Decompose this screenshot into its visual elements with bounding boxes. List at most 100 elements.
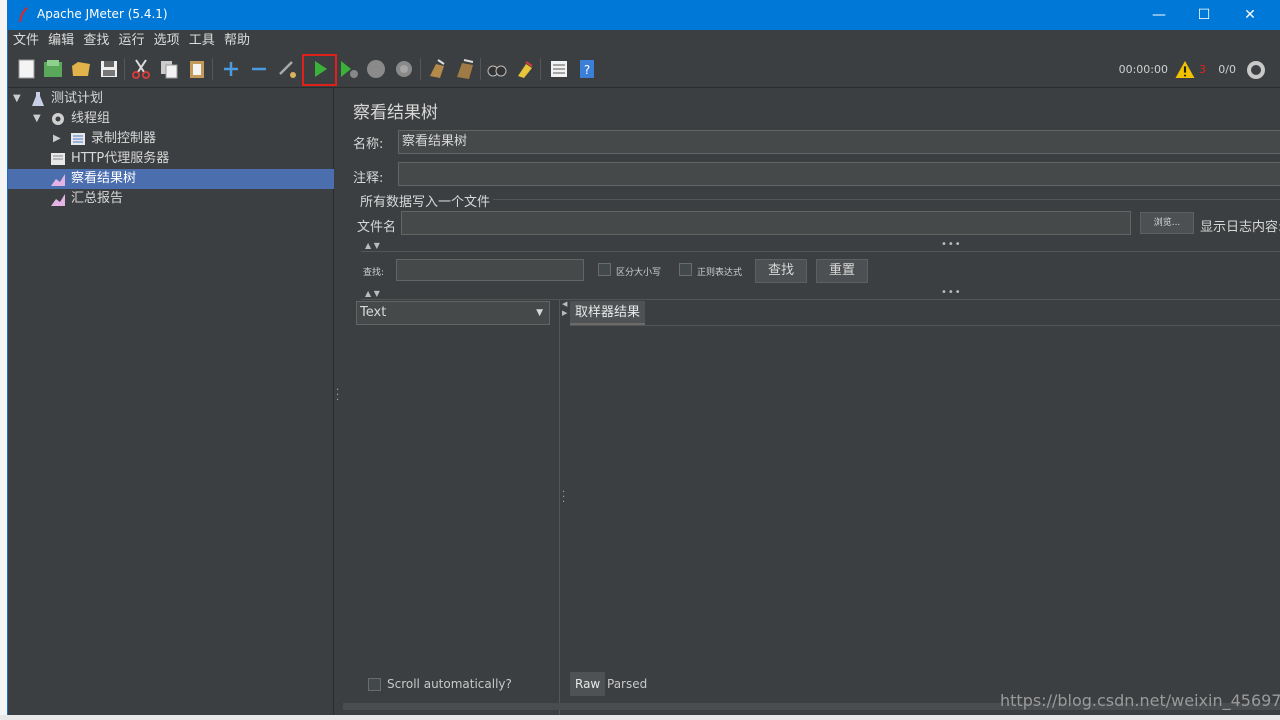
cut-icon[interactable] (130, 58, 152, 80)
comment-field[interactable] (398, 162, 1280, 186)
panel-title: 察看结果树 (353, 103, 438, 123)
tree-label: HTTP代理服务器 (71, 151, 170, 166)
open-icon[interactable] (70, 58, 92, 80)
chevron-down-icon[interactable]: ▼ (13, 89, 23, 109)
tab-raw[interactable]: Raw (570, 672, 606, 696)
new-icon[interactable] (16, 58, 38, 80)
results-list[interactable] (356, 328, 550, 668)
chart-icon (51, 174, 65, 186)
clear-all-icon[interactable] (454, 58, 476, 80)
case-sensitive-label: 区分大小写 (616, 268, 662, 278)
templates-icon[interactable] (42, 58, 64, 80)
write-all-to-file-group: 所有数据写入一个文件 (360, 195, 491, 210)
renderer-value: Text (360, 305, 387, 320)
jmeter-window: Apache JMeter (5.4.1) — ☐ ✕ 文件 编辑 查找 运行 … (7, 0, 1280, 715)
main-splitter[interactable]: · · · (335, 88, 343, 715)
maximize-button[interactable]: ☐ (1181, 0, 1227, 30)
chevron-right-icon[interactable]: ▶ (53, 129, 63, 149)
test-plan-icon (32, 92, 44, 106)
name-field[interactable]: 察看结果树 (398, 130, 1280, 154)
collapse-icon[interactable] (248, 58, 270, 80)
menu-bar: 文件 编辑 查找 运行 选项 工具 帮助 (8, 30, 1280, 52)
tree-node-summary-report[interactable]: 汇总报告 (8, 189, 334, 209)
menu-options[interactable]: 选项 (154, 30, 180, 52)
tree-label: 汇总报告 (71, 191, 124, 206)
regex-checkbox[interactable] (679, 263, 692, 276)
reset-button[interactable]: 重置 (816, 259, 868, 283)
scroll-auto-label: Scroll automatically? (387, 677, 512, 691)
start-no-pauses-icon[interactable] (338, 58, 360, 80)
renderer-select[interactable]: Text ▼ (356, 301, 550, 325)
copy-icon[interactable] (158, 58, 180, 80)
tree-label: 录制控制器 (91, 131, 157, 146)
window-title: Apache JMeter (5.4.1) (37, 7, 168, 21)
tree-node-test-plan[interactable]: ▼ 测试计划 (8, 89, 334, 109)
jmeter-feather-icon (19, 7, 28, 22)
test-plan-tree: ▼ 测试计划 ▼ 线程组 ▶ 录制控制器 HTTP代理服务器 察看结果树 汇总报… (8, 88, 334, 715)
warning-count: 3 (1199, 63, 1206, 76)
splitter-arrows-icon: ◀ ▶ (562, 300, 568, 317)
expand-icon[interactable] (220, 58, 242, 80)
reset-search-icon[interactable] (514, 58, 536, 80)
view-results-tree-panel: 察看结果树 名称: 察看结果树 注释: 所有数据写入一个文件 文件名 浏览...… (343, 88, 1280, 715)
chart-icon (51, 194, 65, 206)
tab-parsed[interactable]: Parsed (605, 672, 649, 696)
elapsed-time: 00:00:00 (1118, 63, 1168, 76)
splitter-grip-icon: · · · (562, 487, 566, 508)
stop-icon[interactable] (365, 58, 387, 80)
save-icon[interactable] (98, 58, 120, 80)
tree-label: 察看结果树 (71, 171, 137, 186)
toolbar: ? 00:00:00 3 0/0 (8, 52, 1280, 88)
tree-node-recording-controller[interactable]: ▶ 录制控制器 (8, 129, 334, 149)
menu-run[interactable]: 运行 (118, 30, 144, 52)
search-field[interactable] (396, 259, 584, 281)
proxy-icon (51, 153, 65, 165)
title-bar: Apache JMeter (5.4.1) — ☐ ✕ (8, 0, 1280, 30)
splitter-grip-icon: · · · (336, 385, 340, 406)
search-icon[interactable] (486, 58, 508, 80)
remote-status-icon (1247, 61, 1265, 79)
scroll-auto-checkbox[interactable] (368, 678, 381, 691)
tree-node-http-proxy[interactable]: HTTP代理服务器 (8, 149, 334, 169)
group-border (493, 199, 1280, 200)
close-button[interactable]: ✕ (1227, 0, 1273, 30)
clear-icon[interactable] (426, 58, 448, 80)
sampler-result-content (570, 325, 1280, 670)
minimize-button[interactable]: — (1136, 0, 1182, 30)
menu-file[interactable]: 文件 (13, 30, 39, 52)
splitter-dots-icon[interactable]: ••• (941, 287, 962, 298)
active-threads: 0/0 (1218, 63, 1236, 76)
toggle-icon[interactable] (276, 58, 298, 80)
function-helper-icon[interactable] (548, 58, 570, 80)
shutdown-icon[interactable] (393, 58, 415, 80)
start-icon[interactable] (309, 58, 331, 80)
search-button[interactable]: 查找 (755, 259, 807, 283)
warning-icon[interactable] (1174, 60, 1196, 79)
svg-text:?: ? (584, 63, 590, 77)
filename-field[interactable] (401, 211, 1131, 235)
log-display-label: 显示日志内容: (1200, 220, 1280, 235)
paste-icon[interactable] (186, 58, 208, 80)
collapse-arrows-icon[interactable]: ▲ ▼ (365, 289, 380, 298)
tree-node-thread-group[interactable]: ▼ 线程组 (8, 109, 334, 129)
tab-sampler-result[interactable]: 取样器结果 (570, 301, 646, 325)
name-label: 名称: (353, 137, 384, 152)
regex-label: 正则表达式 (697, 268, 743, 278)
chevron-down-icon[interactable]: ▼ (33, 109, 43, 129)
controller-icon (71, 133, 85, 145)
menu-tools[interactable]: 工具 (189, 30, 215, 52)
splitter-dots-icon[interactable]: ••• (941, 239, 962, 250)
help-icon[interactable]: ? (576, 58, 598, 80)
browse-button[interactable]: 浏览... (1140, 212, 1194, 234)
background-bottom (0, 715, 1280, 720)
tree-node-view-results-tree[interactable]: 察看结果树 (8, 169, 334, 189)
menu-help[interactable]: 帮助 (224, 30, 250, 52)
tree-label: 线程组 (71, 111, 111, 126)
results-splitter[interactable]: ◀ ▶ · · · (559, 300, 569, 715)
menu-search[interactable]: 查找 (83, 30, 109, 52)
case-sensitive-checkbox[interactable] (598, 263, 611, 276)
menu-edit[interactable]: 编辑 (48, 30, 74, 52)
background-left (0, 0, 7, 720)
collapse-arrows-icon[interactable]: ▲ ▼ (365, 241, 380, 250)
watermark: https://blog.csdn.net/weixin_45697761 (1000, 691, 1280, 710)
